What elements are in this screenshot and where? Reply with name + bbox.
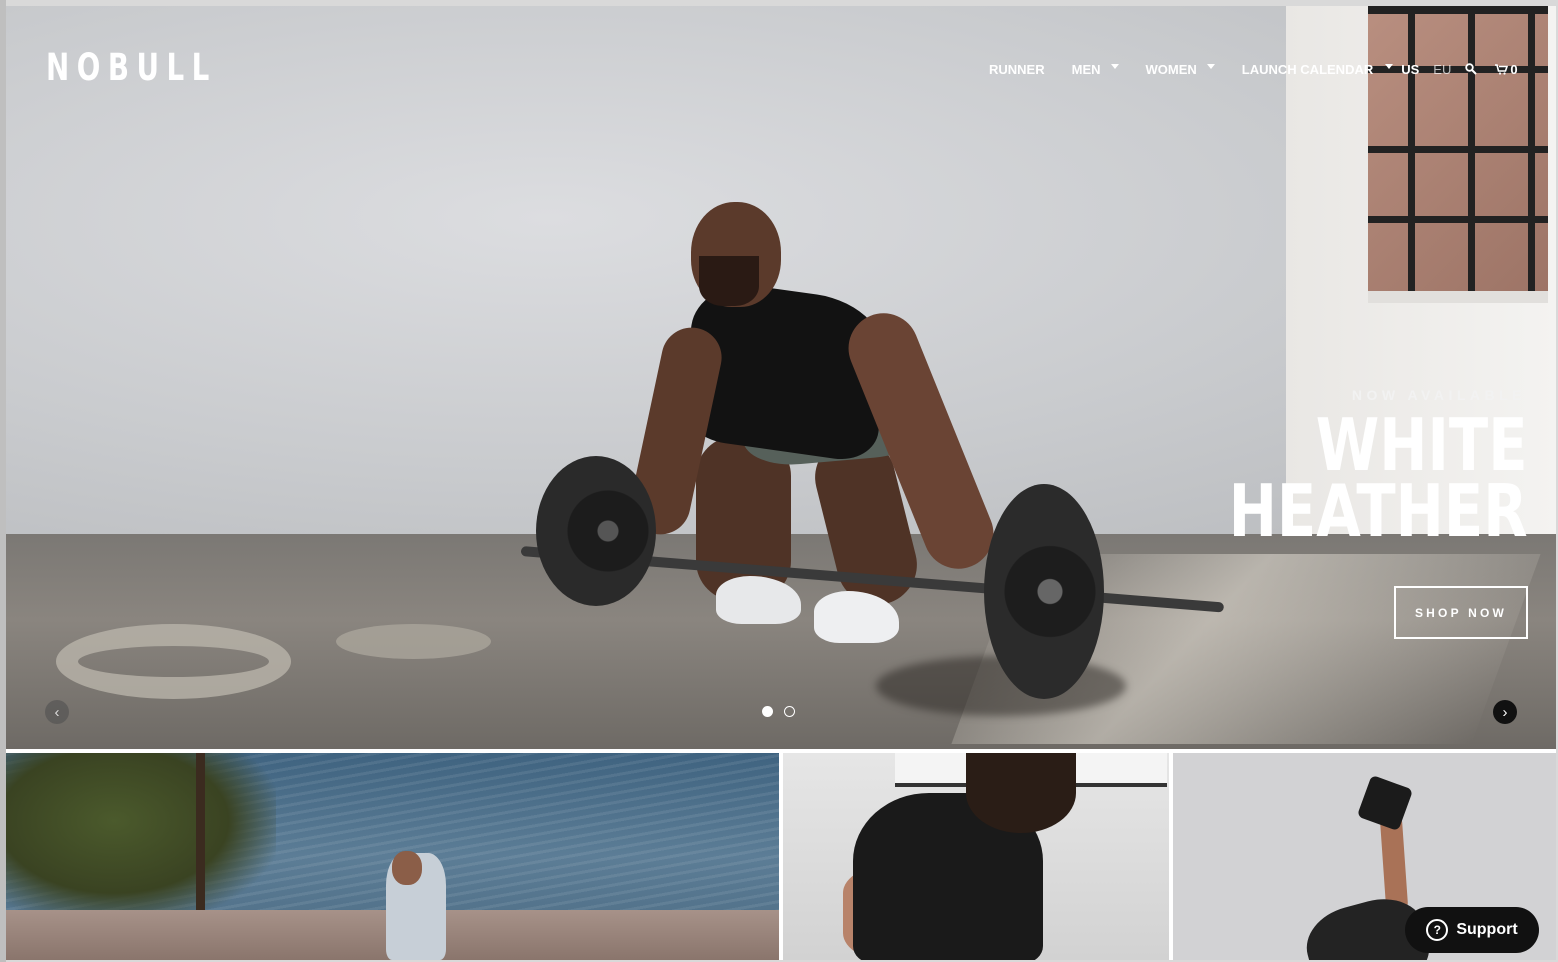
nav-item-men[interactable]: MEN bbox=[1072, 62, 1119, 77]
caret-down-icon bbox=[1385, 63, 1394, 69]
athlete-beard bbox=[699, 256, 759, 306]
nav-item-label: WOMEN bbox=[1145, 61, 1197, 77]
tree-foliage bbox=[6, 753, 276, 923]
nav-item-women[interactable]: WOMEN bbox=[1146, 62, 1215, 77]
help-icon: ? bbox=[1426, 919, 1449, 941]
barbell-plate-left bbox=[536, 456, 656, 606]
chevron-right-icon: › bbox=[1502, 703, 1508, 721]
support-button[interactable]: ? Support bbox=[1405, 907, 1539, 953]
nav-item-label: RUNNER bbox=[989, 61, 1045, 77]
region-us-link[interactable]: US bbox=[1401, 62, 1419, 77]
page-frame: NOBULL RUNNER MEN WOMEN LAUNCH CALENDAR … bbox=[6, 6, 1556, 960]
athlete-hair bbox=[966, 753, 1076, 833]
slider-prev-button[interactable]: ‹ bbox=[45, 700, 69, 724]
promo-tile-runner[interactable] bbox=[6, 753, 779, 960]
barbell-plate-right bbox=[984, 484, 1104, 699]
cart-icon bbox=[1495, 63, 1509, 75]
cart-count: 0 bbox=[1510, 61, 1518, 77]
hero-slider: NOBULL RUNNER MEN WOMEN LAUNCH CALENDAR … bbox=[6, 6, 1556, 749]
caret-down-icon bbox=[1110, 63, 1119, 69]
dumbbell bbox=[1356, 774, 1414, 832]
nav-item-launch-calendar[interactable]: LAUNCH CALENDAR bbox=[1241, 61, 1394, 77]
cart-button[interactable]: 0 bbox=[1495, 61, 1518, 77]
hero-background-window bbox=[1368, 6, 1548, 303]
main-nav: RUNNER MEN WOMEN LAUNCH CALENDAR US EU 0 bbox=[989, 61, 1518, 77]
nav-item-label: LAUNCH CALENDAR bbox=[1241, 61, 1374, 77]
caret-down-icon bbox=[1206, 63, 1215, 69]
slider-next-button[interactable]: › bbox=[1493, 700, 1517, 724]
hero-kicker: NOW AVAILABLE bbox=[1351, 387, 1526, 403]
runner-head bbox=[392, 851, 422, 885]
chevron-left-icon: ‹ bbox=[54, 703, 60, 721]
shop-now-button[interactable]: SHOP NOW bbox=[1394, 586, 1528, 639]
hero-headline: WHITE HEATHER bbox=[1229, 409, 1528, 553]
search-icon[interactable] bbox=[1465, 63, 1478, 75]
nav-item-runner[interactable]: RUNNER bbox=[989, 62, 1045, 77]
nav-item-label: MEN bbox=[1071, 61, 1101, 77]
support-label: Support bbox=[1456, 921, 1518, 938]
tree-trunk bbox=[196, 753, 205, 913]
brand-logo[interactable]: NOBULL bbox=[46, 46, 217, 89]
floor-chalk-mark bbox=[336, 624, 491, 659]
floor-chalk-ring bbox=[56, 624, 291, 699]
slider-dot-2[interactable] bbox=[784, 706, 795, 717]
slider-dot-1[interactable] bbox=[762, 706, 773, 717]
region-eu-link[interactable]: EU bbox=[1433, 62, 1451, 77]
slider-pagination bbox=[762, 706, 795, 717]
promo-tile-women[interactable] bbox=[783, 753, 1169, 960]
hero-headline-line2: HEATHER bbox=[1229, 469, 1528, 553]
